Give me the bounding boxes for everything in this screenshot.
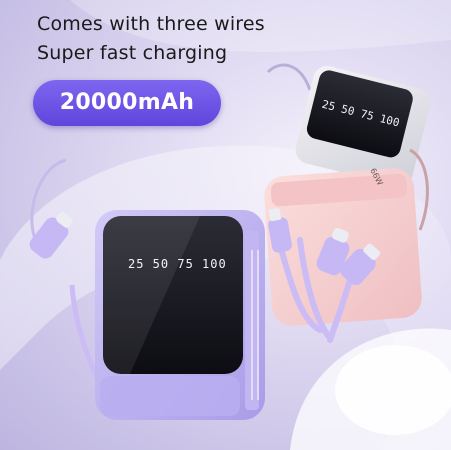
product-image: Comes with three wires Super fast chargi… bbox=[0, 0, 451, 450]
back-power-bank: 25 50 75 100 bbox=[266, 63, 431, 187]
display-readout: 25 50 75 100 bbox=[128, 257, 227, 271]
power-bank-illustration: 25 50 75 100 66W 25 50 75 100 bbox=[29, 63, 431, 420]
front-power-bank: 25 50 75 100 bbox=[29, 158, 265, 420]
